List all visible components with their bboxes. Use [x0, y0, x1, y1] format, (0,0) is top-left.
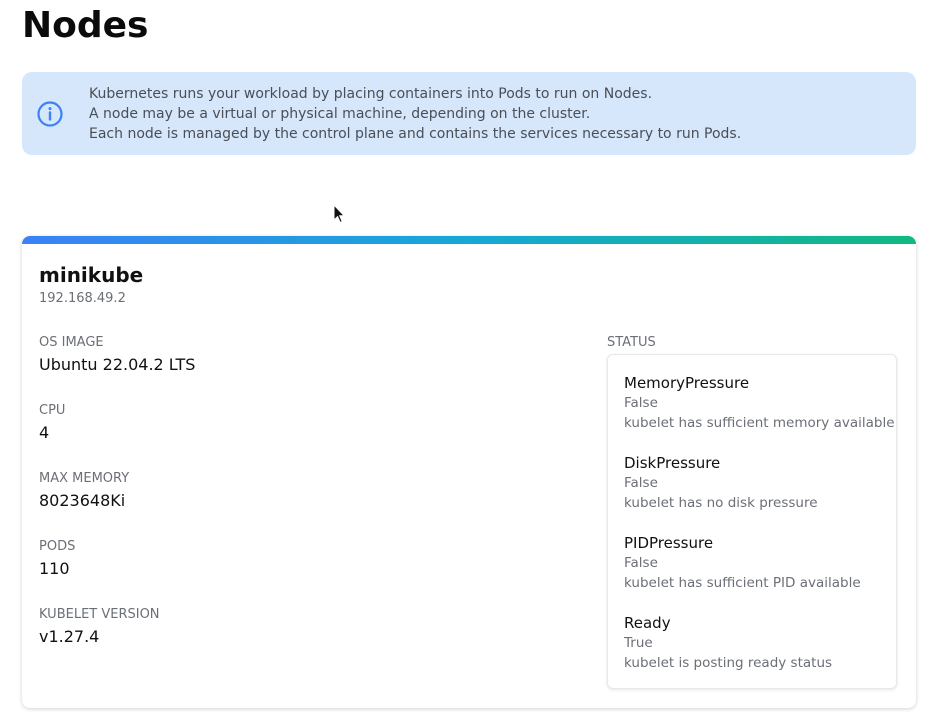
- condition-type: Ready: [624, 614, 671, 632]
- status-label: STATUS: [607, 335, 656, 350]
- condition-message: kubelet has no disk pressure: [624, 495, 818, 511]
- node-address: 192.168.49.2: [39, 291, 126, 306]
- field-label: MAX MEMORY: [39, 471, 130, 486]
- field-label: KUBELET VERSION: [39, 607, 160, 622]
- condition-ready: Ready True kubelet is posting ready stat…: [624, 613, 832, 673]
- field-value: 110: [39, 559, 70, 578]
- node-accent-bar: [22, 236, 916, 244]
- mouse-cursor-icon: [333, 204, 345, 224]
- condition-disk-pressure: DiskPressure False kubelet has no disk p…: [624, 453, 818, 513]
- info-line: Each node is managed by the control plan…: [89, 126, 742, 142]
- node-card[interactable]: minikube 192.168.49.2 OS IMAGE Ubuntu 22…: [22, 236, 916, 708]
- info-text: Kubernetes runs your workload by placing…: [89, 84, 741, 144]
- condition-memory-pressure: MemoryPressure False kubelet has suffici…: [624, 373, 895, 433]
- field-value: 4: [39, 423, 50, 442]
- condition-status: False: [624, 555, 658, 571]
- field-label: OS IMAGE: [39, 335, 104, 350]
- page-title: Nodes: [22, 5, 149, 46]
- condition-status: True: [624, 635, 653, 651]
- field-value: Ubuntu 22.04.2 LTS: [39, 355, 196, 374]
- info-line: A node may be a virtual or physical mach…: [89, 106, 591, 122]
- condition-message: kubelet has sufficient PID available: [624, 575, 861, 591]
- field-value: 8023648Ki: [39, 491, 126, 510]
- field-kubelet-version: KUBELET VERSION v1.27.4: [39, 607, 160, 647]
- field-label: CPU: [39, 403, 66, 418]
- field-max-memory: MAX MEMORY 8023648Ki: [39, 471, 129, 511]
- field-value: v1.27.4: [39, 627, 100, 646]
- info-line: Kubernetes runs your workload by placing…: [89, 86, 653, 102]
- field-pods: PODS 110: [39, 539, 75, 579]
- field-os-image: OS IMAGE Ubuntu 22.04.2 LTS: [39, 335, 195, 375]
- condition-status: False: [624, 395, 658, 411]
- field-cpu: CPU 4: [39, 403, 65, 443]
- condition-message: kubelet has sufficient memory available: [624, 415, 895, 431]
- condition-type: MemoryPressure: [624, 374, 750, 392]
- node-name: minikube: [39, 263, 144, 287]
- condition-type: DiskPressure: [624, 454, 721, 472]
- condition-pid-pressure: PIDPressure False kubelet has sufficient…: [624, 533, 861, 593]
- info-icon: [37, 101, 63, 127]
- status-panel: MemoryPressure False kubelet has suffici…: [607, 354, 897, 689]
- info-banner: Kubernetes runs your workload by placing…: [22, 72, 916, 155]
- field-label: PODS: [39, 539, 76, 554]
- condition-message: kubelet is posting ready status: [624, 655, 833, 671]
- condition-status: False: [624, 475, 658, 491]
- condition-type: PIDPressure: [624, 534, 714, 552]
